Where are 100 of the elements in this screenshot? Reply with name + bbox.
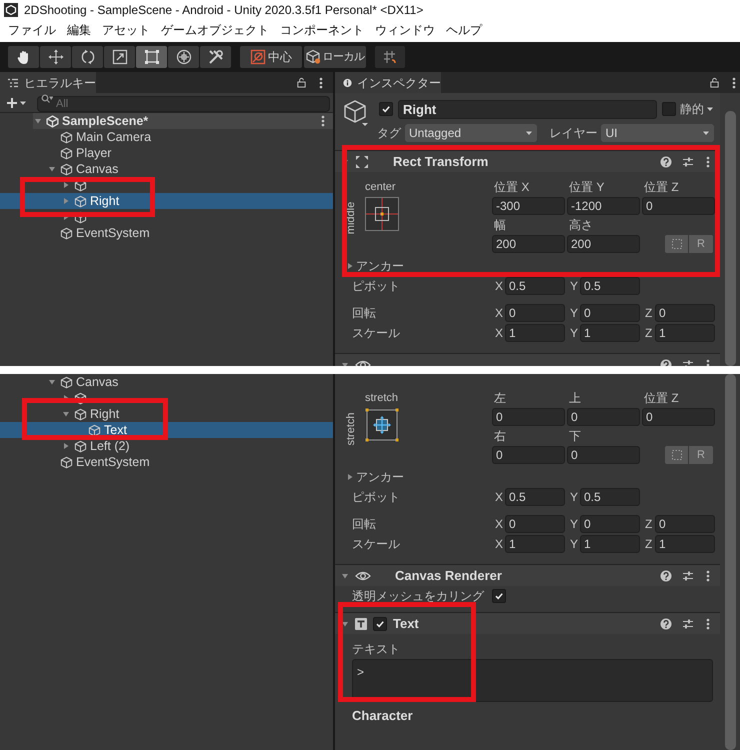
number-field[interactable]: 0: [505, 515, 565, 533]
axis-label: X: [494, 305, 504, 322]
component-header[interactable]: Text: [335, 612, 720, 634]
number-field[interactable]: 0: [505, 304, 565, 322]
axis-label: Y: [569, 278, 580, 295]
pivot-space-button[interactable]: ローカル: [304, 46, 366, 68]
text-area[interactable]: >: [352, 659, 713, 702]
field-label: 上: [568, 391, 582, 405]
hierarchy-item[interactable]: Right: [0, 406, 333, 422]
property-label: ピボット: [351, 278, 401, 295]
component-title: Rect Transform: [393, 152, 490, 171]
field-label: 高さ: [568, 218, 594, 232]
hierarchy-item[interactable]: Canvas: [0, 161, 333, 177]
menu-item[interactable]: ヘルプ: [446, 21, 482, 39]
name-field[interactable]: Right: [398, 100, 657, 118]
component-header[interactable]: Canvas Renderer: [335, 564, 720, 586]
number-field[interactable]: 200: [567, 235, 640, 253]
field-label: 位置 X: [493, 180, 530, 194]
number-field[interactable]: 0: [642, 197, 715, 215]
property-label: 回転: [351, 305, 377, 322]
number-field[interactable]: 0: [642, 408, 715, 426]
scene-row[interactable]: SampleScene*: [33, 113, 333, 129]
menu-item[interactable]: ウィンドウ: [375, 21, 435, 39]
number-field[interactable]: 0.5: [505, 488, 565, 506]
layer-dropdown[interactable]: UI: [601, 124, 714, 142]
field-label: 下: [568, 429, 582, 443]
window-title: 2DShooting - SampleScene - Android - Unity 2020.3.5f1 Personal* <DX11>: [24, 2, 424, 19]
axis-label: Y: [569, 305, 580, 322]
hierarchy-item[interactable]: Right: [0, 193, 333, 209]
number-field[interactable]: 1: [655, 535, 715, 553]
axis-label: Y: [569, 516, 580, 533]
tag-dropdown[interactable]: Untagged: [405, 124, 538, 142]
menu-item[interactable]: 編集: [67, 21, 91, 39]
number-field[interactable]: 0: [655, 304, 715, 322]
foldout[interactable]: アンカー: [340, 257, 715, 275]
menu-item[interactable]: ゲームオブジェクト: [161, 21, 269, 39]
axis-label: X: [494, 516, 504, 533]
property-label: ピボット: [351, 489, 401, 506]
hierarchy-item[interactable]: Left (2): [0, 438, 333, 454]
axis-label: Z: [644, 305, 654, 322]
anchor-label: center: [365, 180, 396, 194]
hierarchy-item[interactable]: EventSystem: [0, 225, 333, 241]
axis-label: Z: [644, 536, 654, 553]
property-label: 回転: [351, 516, 377, 533]
number-field[interactable]: 0: [492, 446, 565, 464]
pivot-mode-button[interactable]: 中心: [240, 46, 302, 68]
anchor-label: middle: [344, 200, 358, 236]
axis-label: Z: [644, 516, 654, 533]
axis-label: X: [494, 489, 504, 506]
number-field[interactable]: 0.5: [580, 277, 640, 295]
number-field[interactable]: 0.5: [580, 488, 640, 506]
number-field[interactable]: 0: [580, 304, 640, 322]
number-field[interactable]: 0: [567, 446, 640, 464]
number-field[interactable]: 0: [580, 515, 640, 533]
number-field[interactable]: 1: [580, 535, 640, 553]
number-field[interactable]: 0: [492, 408, 565, 426]
number-field[interactable]: 0: [567, 408, 640, 426]
hierarchy-item[interactable]: EventSystem: [0, 454, 333, 470]
anchor-label: stretch: [365, 391, 398, 405]
field-label: 位置 Z: [643, 180, 680, 194]
number-field[interactable]: 1: [580, 324, 640, 342]
axis-label: X: [494, 536, 504, 553]
field-label: 位置 Y: [568, 180, 606, 194]
component-title: Canvas Renderer: [395, 566, 503, 585]
axis-label: X: [494, 278, 504, 295]
hierarchy-tab[interactable]: ヒエラルキー: [0, 72, 96, 93]
hierarchy-item[interactable]: Canvas: [0, 374, 333, 390]
menu-item[interactable]: コンポーネント: [280, 21, 364, 39]
axis-label: Y: [569, 489, 580, 506]
property-label: スケール: [351, 325, 401, 342]
search-field[interactable]: All: [37, 96, 330, 112]
number-field[interactable]: 0.5: [505, 277, 565, 295]
hierarchy-item[interactable]: Main Camera: [0, 129, 333, 145]
component-title: Text: [393, 614, 420, 633]
foldout[interactable]: アンカー: [340, 468, 715, 486]
number-field[interactable]: 200: [492, 235, 565, 253]
menu-item[interactable]: ファイル: [8, 21, 56, 39]
inspector-tab[interactable]: インスペクター: [335, 72, 441, 93]
field-label: レイヤー: [549, 125, 598, 142]
number-field[interactable]: -300: [492, 197, 565, 215]
axis-label: X: [494, 325, 504, 342]
number-field[interactable]: 1: [505, 535, 565, 553]
field-label: 幅: [493, 218, 507, 232]
field-label: 位置 Z: [643, 391, 680, 405]
property-label: テキスト: [352, 641, 401, 656]
property-label: 透明メッシュをカリング: [352, 588, 486, 605]
property-label: スケール: [351, 536, 401, 553]
number-field[interactable]: -1200: [567, 197, 640, 215]
axis-label: Y: [569, 536, 580, 553]
number-field[interactable]: 0: [655, 515, 715, 533]
field-label: 左: [493, 391, 507, 405]
number-field[interactable]: 1: [505, 324, 565, 342]
menu-item[interactable]: アセット: [102, 21, 150, 39]
axis-label: Y: [569, 325, 580, 342]
number-field[interactable]: 1: [655, 324, 715, 342]
static-dropdown[interactable]: 静的: [680, 100, 714, 118]
section-title: Character: [352, 707, 413, 725]
hierarchy-item[interactable]: Player: [0, 145, 333, 161]
anchor-label: stretch: [344, 412, 358, 448]
axis-label: Z: [644, 325, 654, 342]
